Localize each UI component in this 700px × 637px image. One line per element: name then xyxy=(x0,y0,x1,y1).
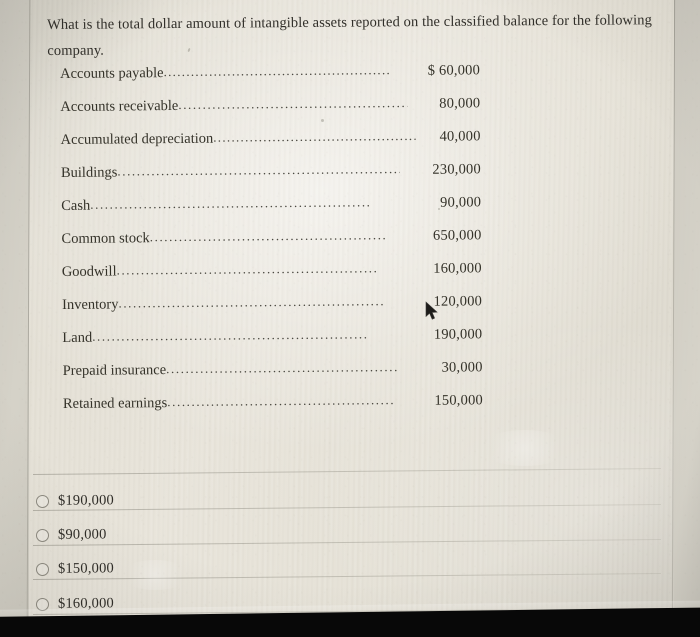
exam-question-screenshot: What is the total dollar amount of intan… xyxy=(0,0,700,637)
vignette-overlay xyxy=(0,0,700,637)
